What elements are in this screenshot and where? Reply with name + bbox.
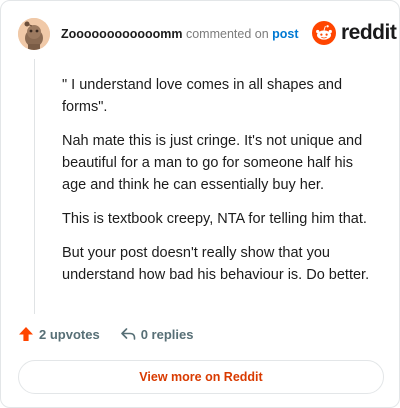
username[interactable]: Zoooooooooooomm [61,27,183,41]
upvotes-button[interactable]: 2 upvotes [18,326,100,342]
comment-paragraph: But your post doesn't really show that y… [62,245,370,283]
comment-header: Zoooooooooooomm commented on post [61,26,299,42]
comment-footer: 2 upvotes 0 replies [18,326,213,342]
post-link[interactable]: post [272,27,298,41]
upvotes-count: 2 upvotes [39,326,100,342]
reply-arrow-icon [120,328,135,340]
view-more-on-reddit-button[interactable]: View more on Reddit [18,360,384,394]
comment-paragraph: Nah mate this is just cringe. It's not u… [62,133,363,193]
reddit-snoo-icon [312,21,336,45]
reddit-logo[interactable]: reddit [312,21,397,45]
snoo-avatar-icon [18,18,50,50]
avatar[interactable] [18,18,50,50]
reddit-comment-card: Zoooooooooooomm commented on post reddit… [0,0,400,408]
replies-count: 0 replies [140,326,194,342]
replies-button[interactable]: 0 replies [120,326,194,342]
comment-paragraph: This is textbook creepy, NTA for telling… [62,211,367,227]
comment-paragraph: " I understand love comes in all shapes … [62,77,343,115]
view-more-label: View more on Reddit [139,370,263,384]
upvote-arrow-icon [19,327,33,341]
commented-on-text: commented on [185,27,269,41]
comment-body: " I understand love comes in all shapes … [62,74,380,298]
reddit-wordmark: reddit [341,21,397,44]
thread-line [34,59,35,314]
